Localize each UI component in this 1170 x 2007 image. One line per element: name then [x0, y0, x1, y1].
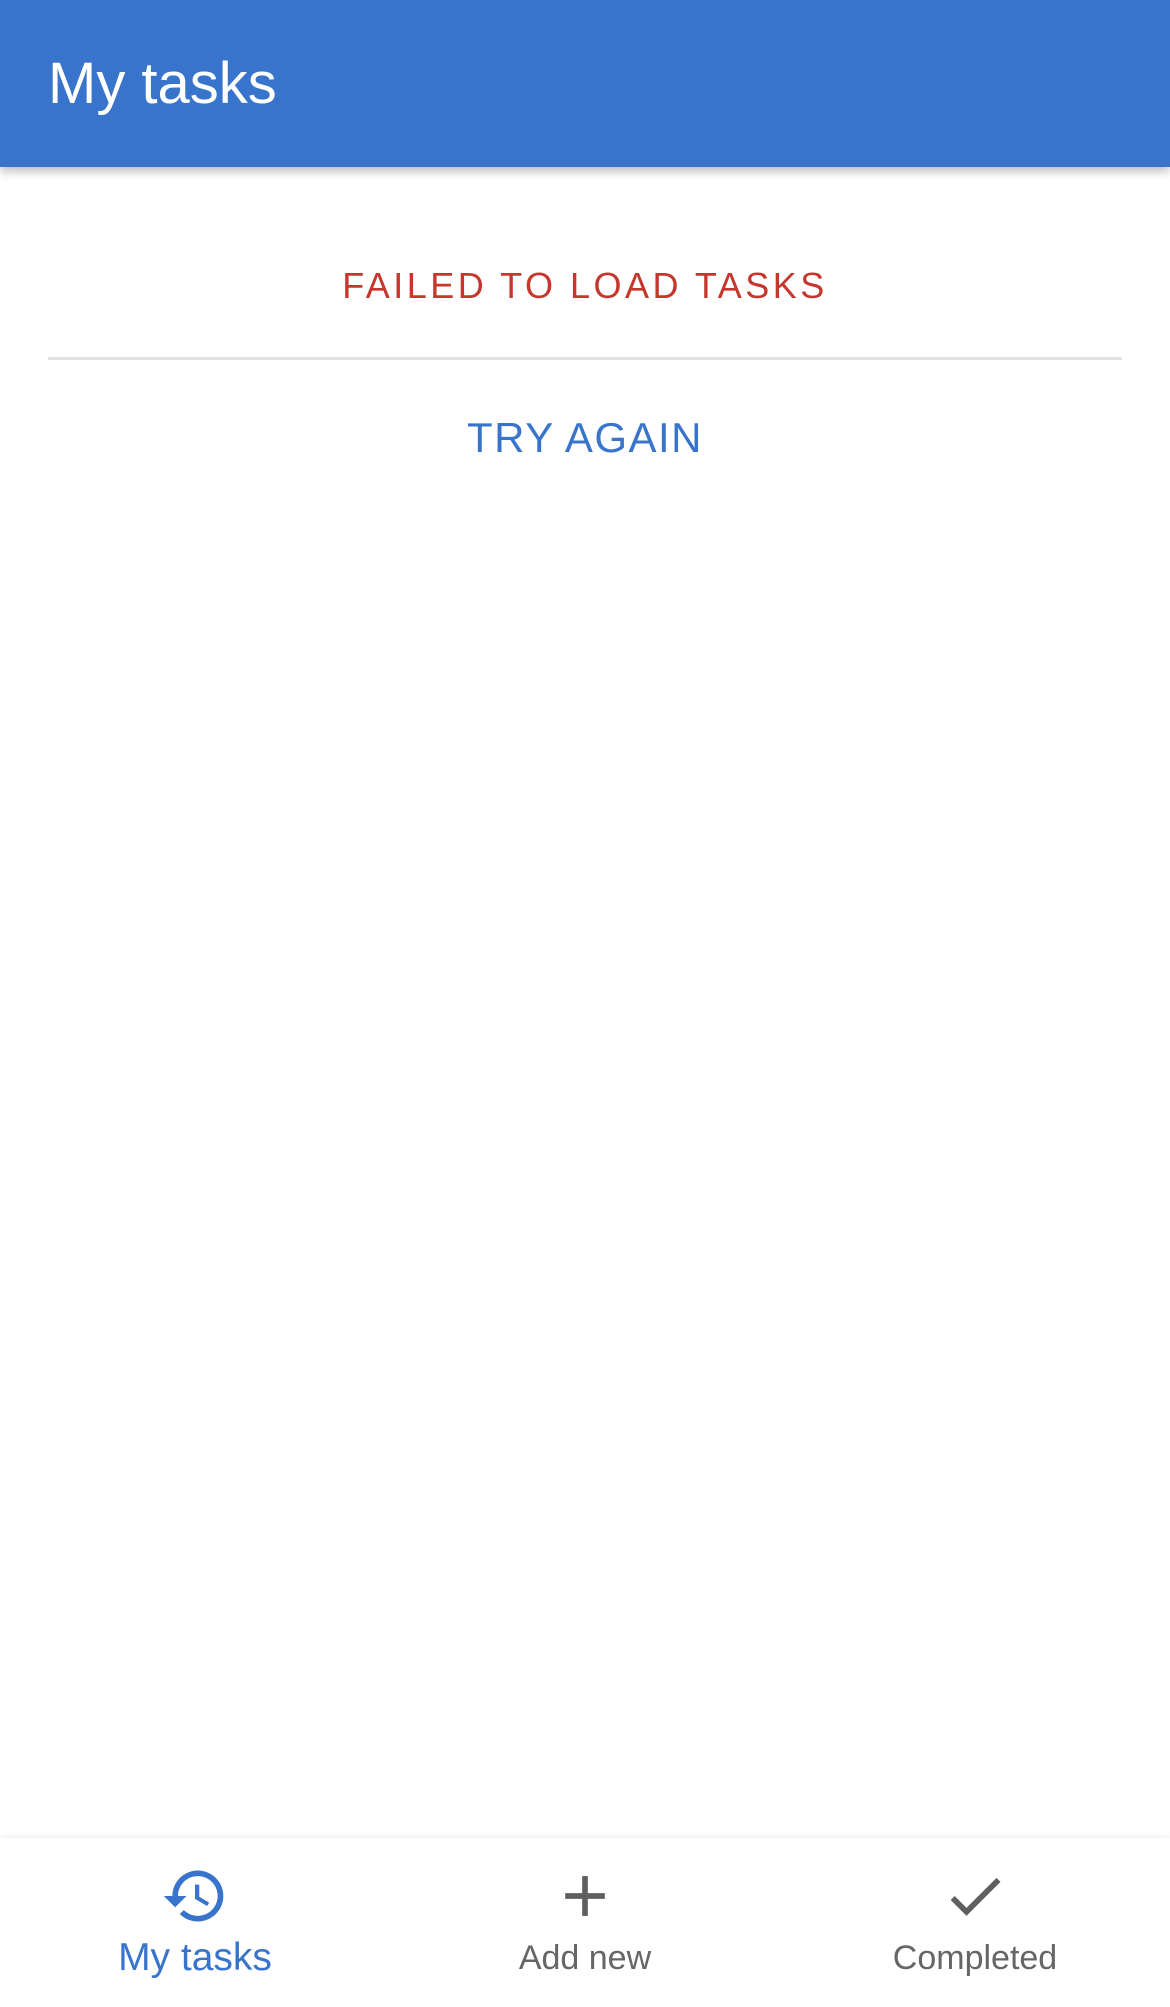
try-again-button[interactable]: TRY AGAIN	[435, 405, 735, 471]
nav-item-completed[interactable]: Completed	[780, 1838, 1170, 2007]
nav-item-my-tasks[interactable]: My tasks	[0, 1838, 390, 2007]
checkmark-icon	[941, 1862, 1009, 1930]
page-title: My tasks	[48, 51, 277, 116]
error-message: FAILED TO LOAD TASKS	[342, 265, 828, 306]
divider	[48, 357, 1122, 360]
app-screen: My tasks FAILED TO LOAD TASKS TRY AGAIN …	[0, 0, 1170, 2007]
nav-item-label: Add new	[518, 1939, 652, 1977]
nav-item-add-new[interactable]: Add new	[390, 1838, 780, 2007]
history-icon	[161, 1862, 229, 1930]
plus-icon	[551, 1862, 619, 1930]
app-bar: My tasks	[0, 0, 1170, 167]
nav-item-label: My tasks	[118, 1936, 272, 1979]
nav-item-label: Completed	[892, 1939, 1058, 1977]
bottom-navigation: My tasks Add new Completed	[0, 1838, 1170, 2007]
